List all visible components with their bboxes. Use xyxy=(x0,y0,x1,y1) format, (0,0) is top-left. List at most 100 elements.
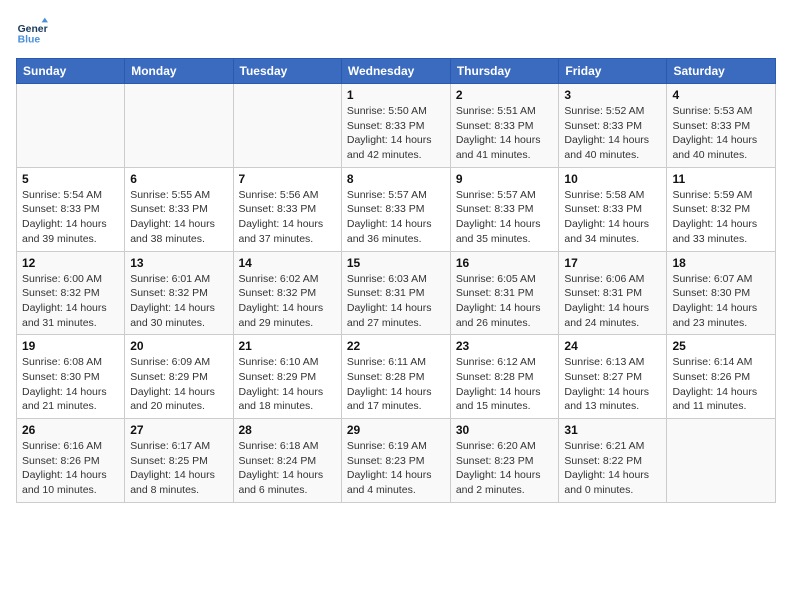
day-cell: 16 Sunrise: 6:05 AM Sunset: 8:31 PM Dayli… xyxy=(450,251,559,335)
day-cell: 27 Sunrise: 6:17 AM Sunset: 8:25 PM Dayli… xyxy=(125,419,233,503)
day-info: Sunrise: 5:55 AM Sunset: 8:33 PM Dayligh… xyxy=(130,188,227,247)
day-cell xyxy=(233,84,341,168)
day-cell: 10 Sunrise: 5:58 AM Sunset: 8:33 PM Dayli… xyxy=(559,167,667,251)
day-number: 18 xyxy=(672,256,770,270)
week-row-5: 26 Sunrise: 6:16 AM Sunset: 8:26 PM Dayli… xyxy=(17,419,776,503)
day-info: Sunrise: 6:13 AM Sunset: 8:27 PM Dayligh… xyxy=(564,355,661,414)
day-number: 2 xyxy=(456,88,554,102)
day-info: Sunrise: 5:58 AM Sunset: 8:33 PM Dayligh… xyxy=(564,188,661,247)
week-row-1: 1 Sunrise: 5:50 AM Sunset: 8:33 PM Daylig… xyxy=(17,84,776,168)
logo-icon: General Blue xyxy=(16,16,48,48)
day-cell: 28Sunrise: 6:18 AM Sunset: 8:24 PM Dayli… xyxy=(233,419,341,503)
day-number: 12 xyxy=(22,256,119,270)
day-info: Sunrise: 5:57 AM Sunset: 8:33 PM Dayligh… xyxy=(456,188,554,247)
day-cell: 2 Sunrise: 5:51 AM Sunset: 8:33 PM Daylig… xyxy=(450,84,559,168)
day-number: 14 xyxy=(239,256,336,270)
header-monday: Monday xyxy=(125,59,233,84)
day-cell: 20 Sunrise: 6:09 AM Sunset: 8:29 PM Dayli… xyxy=(125,335,233,419)
day-info: Sunrise: 6:06 AM Sunset: 8:31 PM Dayligh… xyxy=(564,272,661,331)
day-info: Sunrise: 6:21 AM Sunset: 8:22 PM Dayligh… xyxy=(564,439,661,498)
day-info: Sunrise: 5:51 AM Sunset: 8:33 PM Dayligh… xyxy=(456,104,554,163)
header-thursday: Thursday xyxy=(450,59,559,84)
day-number: 30 xyxy=(456,423,554,437)
day-number: 4 xyxy=(672,88,770,102)
day-cell: 22Sunrise: 6:11 AM Sunset: 8:28 PM Dayli… xyxy=(341,335,450,419)
day-number: 20 xyxy=(130,339,227,353)
day-info: Sunrise: 6:16 AM Sunset: 8:26 PM Dayligh… xyxy=(22,439,119,498)
day-number: 7 xyxy=(239,172,336,186)
day-info: Sunrise: 6:11 AM Sunset: 8:28 PM Dayligh… xyxy=(347,355,445,414)
day-info: Sunrise: 5:57 AM Sunset: 8:33 PM Dayligh… xyxy=(347,188,445,247)
day-cell: 11 Sunrise: 5:59 AM Sunset: 8:32 PM Dayli… xyxy=(667,167,776,251)
day-info: Sunrise: 5:52 AM Sunset: 8:33 PM Dayligh… xyxy=(564,104,661,163)
day-info: Sunrise: 6:14 AM Sunset: 8:26 PM Dayligh… xyxy=(672,355,770,414)
day-number: 1 xyxy=(347,88,445,102)
day-cell: 7Sunrise: 5:56 AM Sunset: 8:33 PM Daylig… xyxy=(233,167,341,251)
day-info: Sunrise: 6:12 AM Sunset: 8:28 PM Dayligh… xyxy=(456,355,554,414)
day-info: Sunrise: 6:00 AM Sunset: 8:32 PM Dayligh… xyxy=(22,272,119,331)
day-cell: 13Sunrise: 6:01 AM Sunset: 8:32 PM Dayli… xyxy=(125,251,233,335)
day-info: Sunrise: 6:05 AM Sunset: 8:31 PM Dayligh… xyxy=(456,272,554,331)
day-info: Sunrise: 5:53 AM Sunset: 8:33 PM Dayligh… xyxy=(672,104,770,163)
day-cell: 23 Sunrise: 6:12 AM Sunset: 8:28 PM Dayli… xyxy=(450,335,559,419)
day-number: 9 xyxy=(456,172,554,186)
header-friday: Friday xyxy=(559,59,667,84)
day-cell: 31 Sunrise: 6:21 AM Sunset: 8:22 PM Dayli… xyxy=(559,419,667,503)
week-row-4: 19Sunrise: 6:08 AM Sunset: 8:30 PM Dayli… xyxy=(17,335,776,419)
day-cell: 9 Sunrise: 5:57 AM Sunset: 8:33 PM Daylig… xyxy=(450,167,559,251)
day-number: 28 xyxy=(239,423,336,437)
day-number: 26 xyxy=(22,423,119,437)
day-cell: 30 Sunrise: 6:20 AM Sunset: 8:23 PM Dayli… xyxy=(450,419,559,503)
day-number: 29 xyxy=(347,423,445,437)
week-row-3: 12 Sunrise: 6:00 AM Sunset: 8:32 PM Dayli… xyxy=(17,251,776,335)
day-cell: 25Sunrise: 6:14 AM Sunset: 8:26 PM Dayli… xyxy=(667,335,776,419)
day-cell: 19Sunrise: 6:08 AM Sunset: 8:30 PM Dayli… xyxy=(17,335,125,419)
day-number: 6 xyxy=(130,172,227,186)
day-number: 10 xyxy=(564,172,661,186)
day-number: 24 xyxy=(564,339,661,353)
calendar-header-row: SundayMondayTuesdayWednesdayThursdayFrid… xyxy=(17,59,776,84)
page-header: General Blue xyxy=(16,16,776,48)
day-number: 8 xyxy=(347,172,445,186)
day-number: 16 xyxy=(456,256,554,270)
day-cell: 1 Sunrise: 5:50 AM Sunset: 8:33 PM Daylig… xyxy=(341,84,450,168)
day-number: 11 xyxy=(672,172,770,186)
day-number: 31 xyxy=(564,423,661,437)
header-saturday: Saturday xyxy=(667,59,776,84)
day-info: Sunrise: 6:03 AM Sunset: 8:31 PM Dayligh… xyxy=(347,272,445,331)
header-sunday: Sunday xyxy=(17,59,125,84)
day-info: Sunrise: 5:59 AM Sunset: 8:32 PM Dayligh… xyxy=(672,188,770,247)
day-number: 27 xyxy=(130,423,227,437)
day-info: Sunrise: 6:09 AM Sunset: 8:29 PM Dayligh… xyxy=(130,355,227,414)
day-cell: 5 Sunrise: 5:54 AM Sunset: 8:33 PM Daylig… xyxy=(17,167,125,251)
calendar-table: SundayMondayTuesdayWednesdayThursdayFrid… xyxy=(16,58,776,503)
day-info: Sunrise: 5:50 AM Sunset: 8:33 PM Dayligh… xyxy=(347,104,445,163)
svg-text:General: General xyxy=(18,24,48,35)
day-number: 23 xyxy=(456,339,554,353)
day-cell: 14 Sunrise: 6:02 AM Sunset: 8:32 PM Dayli… xyxy=(233,251,341,335)
day-number: 15 xyxy=(347,256,445,270)
day-cell: 26 Sunrise: 6:16 AM Sunset: 8:26 PM Dayli… xyxy=(17,419,125,503)
day-cell: 15 Sunrise: 6:03 AM Sunset: 8:31 PM Dayli… xyxy=(341,251,450,335)
logo: General Blue xyxy=(16,16,52,48)
day-cell: 29 Sunrise: 6:19 AM Sunset: 8:23 PM Dayli… xyxy=(341,419,450,503)
day-cell xyxy=(667,419,776,503)
day-cell: 8 Sunrise: 5:57 AM Sunset: 8:33 PM Daylig… xyxy=(341,167,450,251)
day-info: Sunrise: 6:02 AM Sunset: 8:32 PM Dayligh… xyxy=(239,272,336,331)
day-cell: 12 Sunrise: 6:00 AM Sunset: 8:32 PM Dayli… xyxy=(17,251,125,335)
day-number: 13 xyxy=(130,256,227,270)
day-info: Sunrise: 6:19 AM Sunset: 8:23 PM Dayligh… xyxy=(347,439,445,498)
day-cell: 3Sunrise: 5:52 AM Sunset: 8:33 PM Daylig… xyxy=(559,84,667,168)
day-info: Sunrise: 5:54 AM Sunset: 8:33 PM Dayligh… xyxy=(22,188,119,247)
svg-text:Blue: Blue xyxy=(18,34,41,45)
day-cell: 6 Sunrise: 5:55 AM Sunset: 8:33 PM Daylig… xyxy=(125,167,233,251)
header-tuesday: Tuesday xyxy=(233,59,341,84)
day-info: Sunrise: 6:17 AM Sunset: 8:25 PM Dayligh… xyxy=(130,439,227,498)
day-info: Sunrise: 6:20 AM Sunset: 8:23 PM Dayligh… xyxy=(456,439,554,498)
day-number: 21 xyxy=(239,339,336,353)
day-cell: 21Sunrise: 6:10 AM Sunset: 8:29 PM Dayli… xyxy=(233,335,341,419)
day-info: Sunrise: 6:07 AM Sunset: 8:30 PM Dayligh… xyxy=(672,272,770,331)
day-cell: 17Sunrise: 6:06 AM Sunset: 8:31 PM Dayli… xyxy=(559,251,667,335)
header-wednesday: Wednesday xyxy=(341,59,450,84)
day-number: 5 xyxy=(22,172,119,186)
